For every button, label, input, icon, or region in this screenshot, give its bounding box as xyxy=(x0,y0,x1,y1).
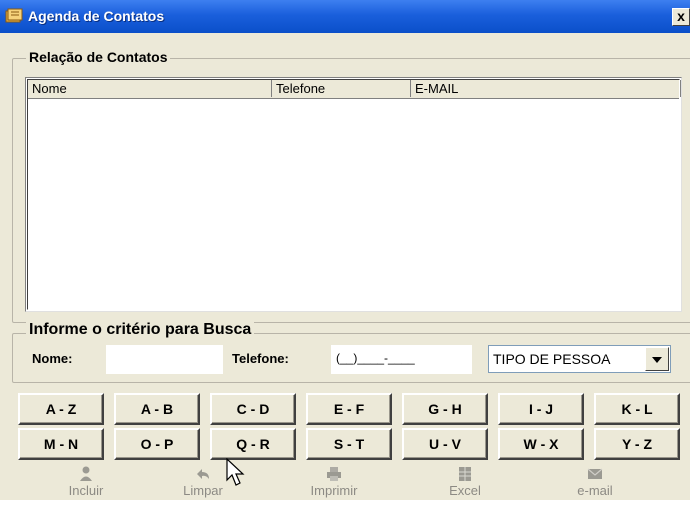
phone-label: Telefone: xyxy=(232,351,289,366)
search-legend: Informe o critério para Busca xyxy=(26,321,255,339)
grid-header: Nome Telefone E-MAIL xyxy=(28,80,681,99)
excel-label: Excel xyxy=(449,483,481,498)
letter-button-g-h[interactable]: G - H xyxy=(402,393,488,425)
name-input[interactable] xyxy=(106,345,223,374)
letter-button-u-v[interactable]: U - V xyxy=(402,428,488,460)
mouse-pointer-icon xyxy=(226,458,245,486)
excel-button[interactable]: Excel xyxy=(410,462,520,502)
letter-button-i-j[interactable]: I - J xyxy=(498,393,584,425)
close-button[interactable]: x xyxy=(672,8,690,26)
phone-input[interactable]: (__)____-____ xyxy=(331,345,472,374)
letter-button-q-r[interactable]: Q - R xyxy=(210,428,296,460)
printer-icon xyxy=(327,467,341,481)
phone-mask: (__)____-____ xyxy=(336,351,415,365)
letter-button-m-n[interactable]: M - N xyxy=(18,428,104,460)
column-header-email[interactable]: E-MAIL xyxy=(411,80,681,97)
incluir-label: Incluir xyxy=(68,483,104,498)
undo-icon xyxy=(197,469,209,479)
contacts-window: Agenda de Contatos x Relação de Contatos… xyxy=(0,0,690,500)
letter-button-s-t[interactable]: S - T xyxy=(306,428,392,460)
address-book-icon xyxy=(5,8,23,23)
title-bar[interactable]: Agenda de Contatos x xyxy=(0,0,690,33)
letter-button-k-l[interactable]: K - L xyxy=(594,393,680,425)
spreadsheet-icon xyxy=(459,467,471,481)
chevron-down-icon[interactable] xyxy=(645,347,669,371)
person-type-select[interactable]: TIPO DE PESSOA xyxy=(488,345,671,373)
letter-button-w-x[interactable]: W - X xyxy=(498,428,584,460)
contacts-grid[interactable]: Nome Telefone E-MAIL xyxy=(25,77,682,312)
incluir-button[interactable]: Incluir xyxy=(31,462,141,502)
column-header-nome[interactable]: Nome xyxy=(28,80,272,97)
letter-button-a-z[interactable]: A - Z xyxy=(18,393,104,425)
imprimir-button[interactable]: Imprimir xyxy=(279,462,389,502)
name-label: Nome: xyxy=(32,351,73,366)
user-add-icon xyxy=(80,466,92,481)
column-header-telefone[interactable]: Telefone xyxy=(272,80,411,97)
letter-button-c-d[interactable]: C - D xyxy=(210,393,296,425)
window-title: Agenda de Contatos xyxy=(28,8,165,24)
letter-button-e-f[interactable]: E - F xyxy=(306,393,392,425)
person-type-value: TIPO DE PESSOA xyxy=(493,351,611,367)
imprimir-label: Imprimir xyxy=(310,483,358,498)
email-label: e-mail xyxy=(577,483,613,498)
contacts-legend: Relação de Contatos xyxy=(26,49,171,65)
email-button[interactable]: e-mail xyxy=(540,462,650,502)
letter-button-o-p[interactable]: O - P xyxy=(114,428,200,460)
email-icon xyxy=(587,468,603,479)
letter-button-y-z[interactable]: Y - Z xyxy=(594,428,680,460)
letter-button-a-b[interactable]: A - B xyxy=(114,393,200,425)
